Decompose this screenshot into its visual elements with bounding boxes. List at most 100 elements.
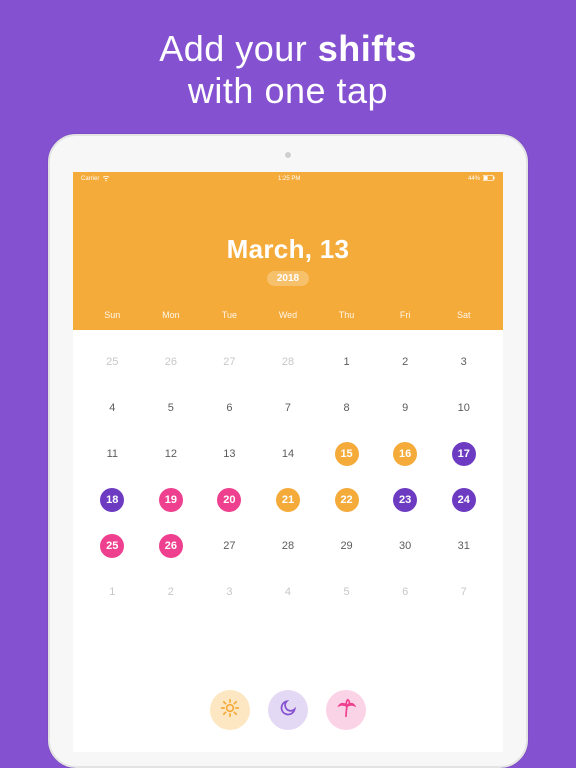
shift-dot-purple[interactable]: 24: [452, 488, 476, 512]
calendar-day[interactable]: 28: [259, 524, 318, 568]
calendar-day[interactable]: 16: [376, 432, 435, 476]
day-number: 7: [285, 402, 291, 414]
day-number: 8: [344, 402, 350, 414]
day-number: 31: [458, 540, 470, 552]
calendar-day[interactable]: 14: [259, 432, 318, 476]
day-number: 11: [107, 448, 118, 460]
calendar-day[interactable]: 17: [434, 432, 493, 476]
day-number: 10: [458, 402, 470, 414]
camera-dot: [285, 152, 291, 158]
promo-headline: Add your shifts with one tap: [159, 28, 417, 112]
calendar-day[interactable]: 3: [434, 340, 493, 384]
promo-line2: with one tap: [159, 70, 417, 112]
calendar-day[interactable]: 4: [259, 570, 318, 614]
day-number: 9: [402, 402, 408, 414]
calendar-day[interactable]: 4: [83, 386, 142, 430]
calendar-day[interactable]: 26: [142, 340, 201, 384]
calendar-day[interactable]: 8: [317, 386, 376, 430]
calendar-day[interactable]: 15: [317, 432, 376, 476]
calendar-day[interactable]: 18: [83, 478, 142, 522]
palm-icon: [336, 698, 356, 723]
calendar-day[interactable]: 19: [142, 478, 201, 522]
calendar-day[interactable]: 1: [83, 570, 142, 614]
shift-dot-orange[interactable]: 15: [335, 442, 359, 466]
calendar-day[interactable]: 23: [376, 478, 435, 522]
day-number: 5: [168, 402, 174, 414]
weekday-label: Wed: [259, 310, 318, 320]
calendar-day[interactable]: 1: [317, 340, 376, 384]
calendar-day[interactable]: 10: [434, 386, 493, 430]
header-year-badge[interactable]: 2018: [267, 271, 309, 286]
calendar-day[interactable]: 9: [376, 386, 435, 430]
calendar-day[interactable]: 30: [376, 524, 435, 568]
calendar-day[interactable]: 29: [317, 524, 376, 568]
day-number: 2: [402, 356, 408, 368]
calendar-day[interactable]: 27: [200, 340, 259, 384]
header-date: March, 13: [73, 234, 503, 265]
day-number: 7: [461, 586, 467, 598]
day-number: 28: [282, 540, 294, 552]
weekday-label: Thu: [317, 310, 376, 320]
shift-dot-orange[interactable]: 21: [276, 488, 300, 512]
promo-bold: shifts: [318, 28, 417, 69]
day-number: 30: [399, 540, 411, 552]
carrier-label: Carrier: [81, 176, 99, 182]
status-bar: Carrier 1:25 PM 44%: [73, 172, 503, 186]
day-number: 14: [282, 448, 294, 460]
shift-dot-pink[interactable]: 26: [159, 534, 183, 558]
calendar-day[interactable]: 7: [434, 570, 493, 614]
calendar-day[interactable]: 31: [434, 524, 493, 568]
weekday-label: Tue: [200, 310, 259, 320]
day-number: 27: [223, 540, 235, 552]
day-number: 6: [226, 402, 232, 414]
shift-dot-purple[interactable]: 18: [100, 488, 124, 512]
shift-picker: [73, 676, 503, 752]
day-number: 29: [340, 540, 352, 552]
calendar-day[interactable]: 22: [317, 478, 376, 522]
calendar-day[interactable]: 26: [142, 524, 201, 568]
calendar-day[interactable]: 5: [142, 386, 201, 430]
weekday-label: Fri: [376, 310, 435, 320]
promo-pre: Add your: [159, 28, 318, 69]
shift-dot-purple[interactable]: 17: [452, 442, 476, 466]
calendar-day[interactable]: 11: [83, 432, 142, 476]
calendar-day[interactable]: 24: [434, 478, 493, 522]
day-number: 6: [402, 586, 408, 598]
sun-icon: [220, 698, 240, 723]
calendar-day[interactable]: 6: [200, 386, 259, 430]
shift-chip-day[interactable]: [210, 690, 250, 730]
calendar-grid: 2526272812345678910111213141516171819202…: [73, 330, 503, 676]
calendar-day[interactable]: 25: [83, 340, 142, 384]
shift-dot-pink[interactable]: 20: [217, 488, 241, 512]
day-number: 1: [109, 586, 115, 598]
calendar-day[interactable]: 2: [376, 340, 435, 384]
shift-dot-orange[interactable]: 16: [393, 442, 417, 466]
shift-chip-night[interactable]: [268, 690, 308, 730]
shift-dot-pink[interactable]: 25: [100, 534, 124, 558]
calendar-day[interactable]: 25: [83, 524, 142, 568]
shift-dot-pink[interactable]: 19: [159, 488, 183, 512]
shift-dot-purple[interactable]: 23: [393, 488, 417, 512]
calendar-day[interactable]: 2: [142, 570, 201, 614]
calendar-day[interactable]: 13: [200, 432, 259, 476]
shift-chip-off[interactable]: [326, 690, 366, 730]
shift-dot-orange[interactable]: 22: [335, 488, 359, 512]
weekday-label: Sat: [434, 310, 493, 320]
calendar-day[interactable]: 6: [376, 570, 435, 614]
calendar-day[interactable]: 12: [142, 432, 201, 476]
calendar-day[interactable]: 5: [317, 570, 376, 614]
calendar-day[interactable]: 27: [200, 524, 259, 568]
weekday-label: Mon: [142, 310, 201, 320]
day-number: 26: [165, 356, 177, 368]
calendar-day[interactable]: 28: [259, 340, 318, 384]
battery-label: 44%: [468, 176, 480, 182]
calendar-day[interactable]: 7: [259, 386, 318, 430]
calendar-header: March, 13 2018: [73, 186, 503, 302]
calendar-day[interactable]: 3: [200, 570, 259, 614]
calendar-day[interactable]: 20: [200, 478, 259, 522]
day-number: 28: [282, 356, 294, 368]
calendar-day[interactable]: 21: [259, 478, 318, 522]
day-number: 12: [165, 448, 177, 460]
day-number: 4: [109, 402, 115, 414]
day-number: 4: [285, 586, 291, 598]
